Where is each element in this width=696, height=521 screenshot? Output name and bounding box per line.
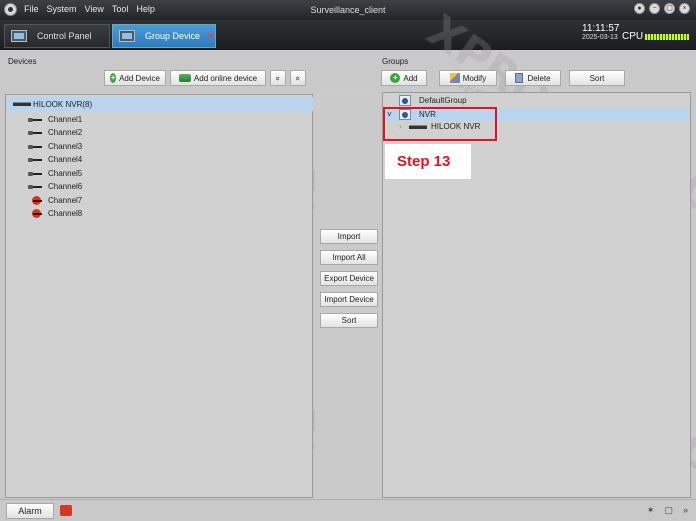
collapse-icon: « — [293, 75, 303, 81]
groups-toolbar: + Add Modify Delete Sort — [381, 70, 625, 88]
expand-icon: » — [273, 75, 283, 81]
collapse-all-button[interactable]: « — [290, 70, 306, 86]
devices-title: Devices — [8, 57, 37, 66]
edit-icon — [449, 73, 460, 83]
clock: 11:11:57 2025-03-13 — [582, 23, 619, 41]
modify-group-button[interactable]: Modify — [439, 70, 497, 86]
plus-icon: + — [110, 73, 117, 83]
groups-title: Groups — [382, 57, 409, 66]
clock-date: 2025-03-13 — [582, 34, 618, 41]
import-device-button[interactable]: Import Device — [320, 292, 378, 307]
status-bar: Alarm ✶ ▢ » — [0, 499, 696, 521]
channel-item[interactable]: Channel8 — [28, 208, 82, 218]
channel-item[interactable]: Channel7 — [28, 195, 82, 205]
add-group-button[interactable]: + Add — [381, 70, 427, 86]
sort-groups-button[interactable]: Sort — [569, 70, 625, 86]
highlight-box — [383, 107, 497, 141]
camera-offline-icon — [28, 195, 42, 205]
camera-icon — [28, 144, 42, 150]
step-label: Step 13 — [385, 144, 471, 179]
import-button[interactable]: Import — [320, 229, 378, 244]
close-icon[interactable]: × — [679, 3, 690, 14]
device-group-icon — [119, 30, 135, 42]
cpu-meter — [645, 34, 689, 40]
title-bar: File System View Tool Help Surveillance_… — [0, 0, 696, 20]
camera-icon — [28, 171, 42, 177]
channel-item[interactable]: Channel5 — [28, 169, 82, 178]
channel-item[interactable]: Channel1 — [28, 115, 82, 124]
monitor-icon — [11, 30, 27, 42]
settings-icon[interactable]: ● — [634, 3, 645, 14]
tab-group-device[interactable]: Group Device × — [112, 24, 216, 48]
tab-label: Control Panel — [37, 31, 92, 41]
tab-close-icon[interactable]: × — [208, 31, 214, 42]
network-add-icon — [178, 74, 191, 82]
export-device-button[interactable]: Export Device — [320, 271, 378, 286]
plus-icon: + — [390, 73, 401, 83]
window-title: Surveillance_client — [310, 5, 386, 15]
add-online-device-button[interactable]: Add online device — [170, 70, 266, 86]
channel-item[interactable]: Channel2 — [28, 128, 82, 137]
tree-node-nvr[interactable]: HILOOK NVR(8) — [7, 97, 313, 111]
window-icon[interactable]: ▢ — [664, 505, 673, 516]
minimize-icon[interactable]: − — [649, 3, 660, 14]
alarm-button[interactable]: Alarm — [6, 503, 54, 519]
expand-all-button[interactable]: » — [270, 70, 286, 86]
camera-icon — [28, 130, 42, 136]
channel-item[interactable]: Channel6 — [28, 182, 82, 191]
tab-label: Group Device — [145, 31, 201, 41]
devices-toolbar: + Add Device Add online device » « — [104, 70, 306, 88]
camera-icon — [28, 117, 42, 123]
camera-icon — [28, 184, 42, 190]
sort-devices-button[interactable]: Sort — [320, 313, 378, 328]
delete-group-button[interactable]: Delete — [505, 70, 561, 86]
tab-control-panel[interactable]: Control Panel — [4, 24, 110, 48]
camera-icon — [28, 157, 42, 163]
add-device-button[interactable]: + Add Device — [104, 70, 166, 86]
alarm-icon[interactable] — [60, 505, 72, 516]
nvr-icon — [13, 102, 31, 106]
clock-time: 11:11:57 — [582, 23, 620, 34]
camera-offline-icon — [28, 208, 42, 218]
cpu-label: CPU — [622, 31, 644, 42]
group-item-default[interactable]: DefaultGroup — [399, 95, 467, 106]
trash-icon — [515, 73, 524, 83]
group-icon — [399, 95, 411, 106]
more-icon[interactable]: » — [683, 505, 688, 516]
maximize-icon[interactable]: ▢ — [664, 3, 675, 14]
channel-item[interactable]: Channel3 — [28, 142, 82, 151]
channel-item[interactable]: Channel4 — [28, 155, 82, 164]
import-all-button[interactable]: Import All — [320, 250, 378, 265]
device-tree: HILOOK NVR(8) Channel1 Channel2 Channel3… — [5, 94, 313, 498]
pin-icon[interactable]: ✶ — [647, 505, 655, 516]
statusbar-icons: ✶ ▢ » — [647, 505, 688, 516]
window-controls: ● − ▢ × — [634, 3, 690, 14]
